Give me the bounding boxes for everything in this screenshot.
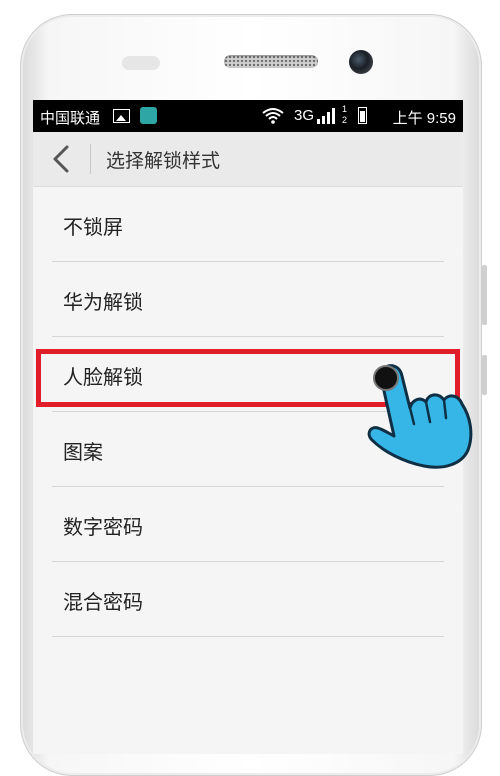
pointing-hand-icon [367,364,473,469]
wifi-icon [261,107,285,129]
proximity-sensor [122,56,160,70]
option-pin[interactable]: 数字密码 [52,487,444,562]
volume-button [482,265,487,325]
image-icon [113,109,130,123]
power-button [482,355,487,395]
sim-indicator: 1 2 [342,104,348,125]
page-title: 选择解锁样式 [106,150,221,172]
list-item-label: 图案 [63,440,103,464]
network-type: 3G [294,107,315,124]
earpiece-speaker [224,55,318,68]
back-arrow-icon[interactable] [47,144,77,174]
carrier-label: 中国联通 [40,110,101,127]
title-divider [90,144,91,174]
clock: 上午 9:59 [392,110,456,127]
title-bar: 选择解锁样式 [33,132,463,187]
option-huawei-unlock[interactable]: 华为解锁 [52,262,444,337]
list-item-label: 混合密码 [63,590,143,614]
list-item-label: 数字密码 [63,515,143,539]
battery-icon [358,107,367,124]
list-item-label: 不锁屏 [63,215,123,239]
app-icon [140,107,157,124]
option-no-lock[interactable]: 不锁屏 [52,187,444,262]
list-item-label: 华为解锁 [63,290,143,314]
status-bar: 中国联通 3G 1 2 上午 9:59 [33,100,463,132]
option-mixed-password[interactable]: 混合密码 [52,562,444,637]
front-camera [349,50,373,74]
signal-icon [317,108,337,128]
